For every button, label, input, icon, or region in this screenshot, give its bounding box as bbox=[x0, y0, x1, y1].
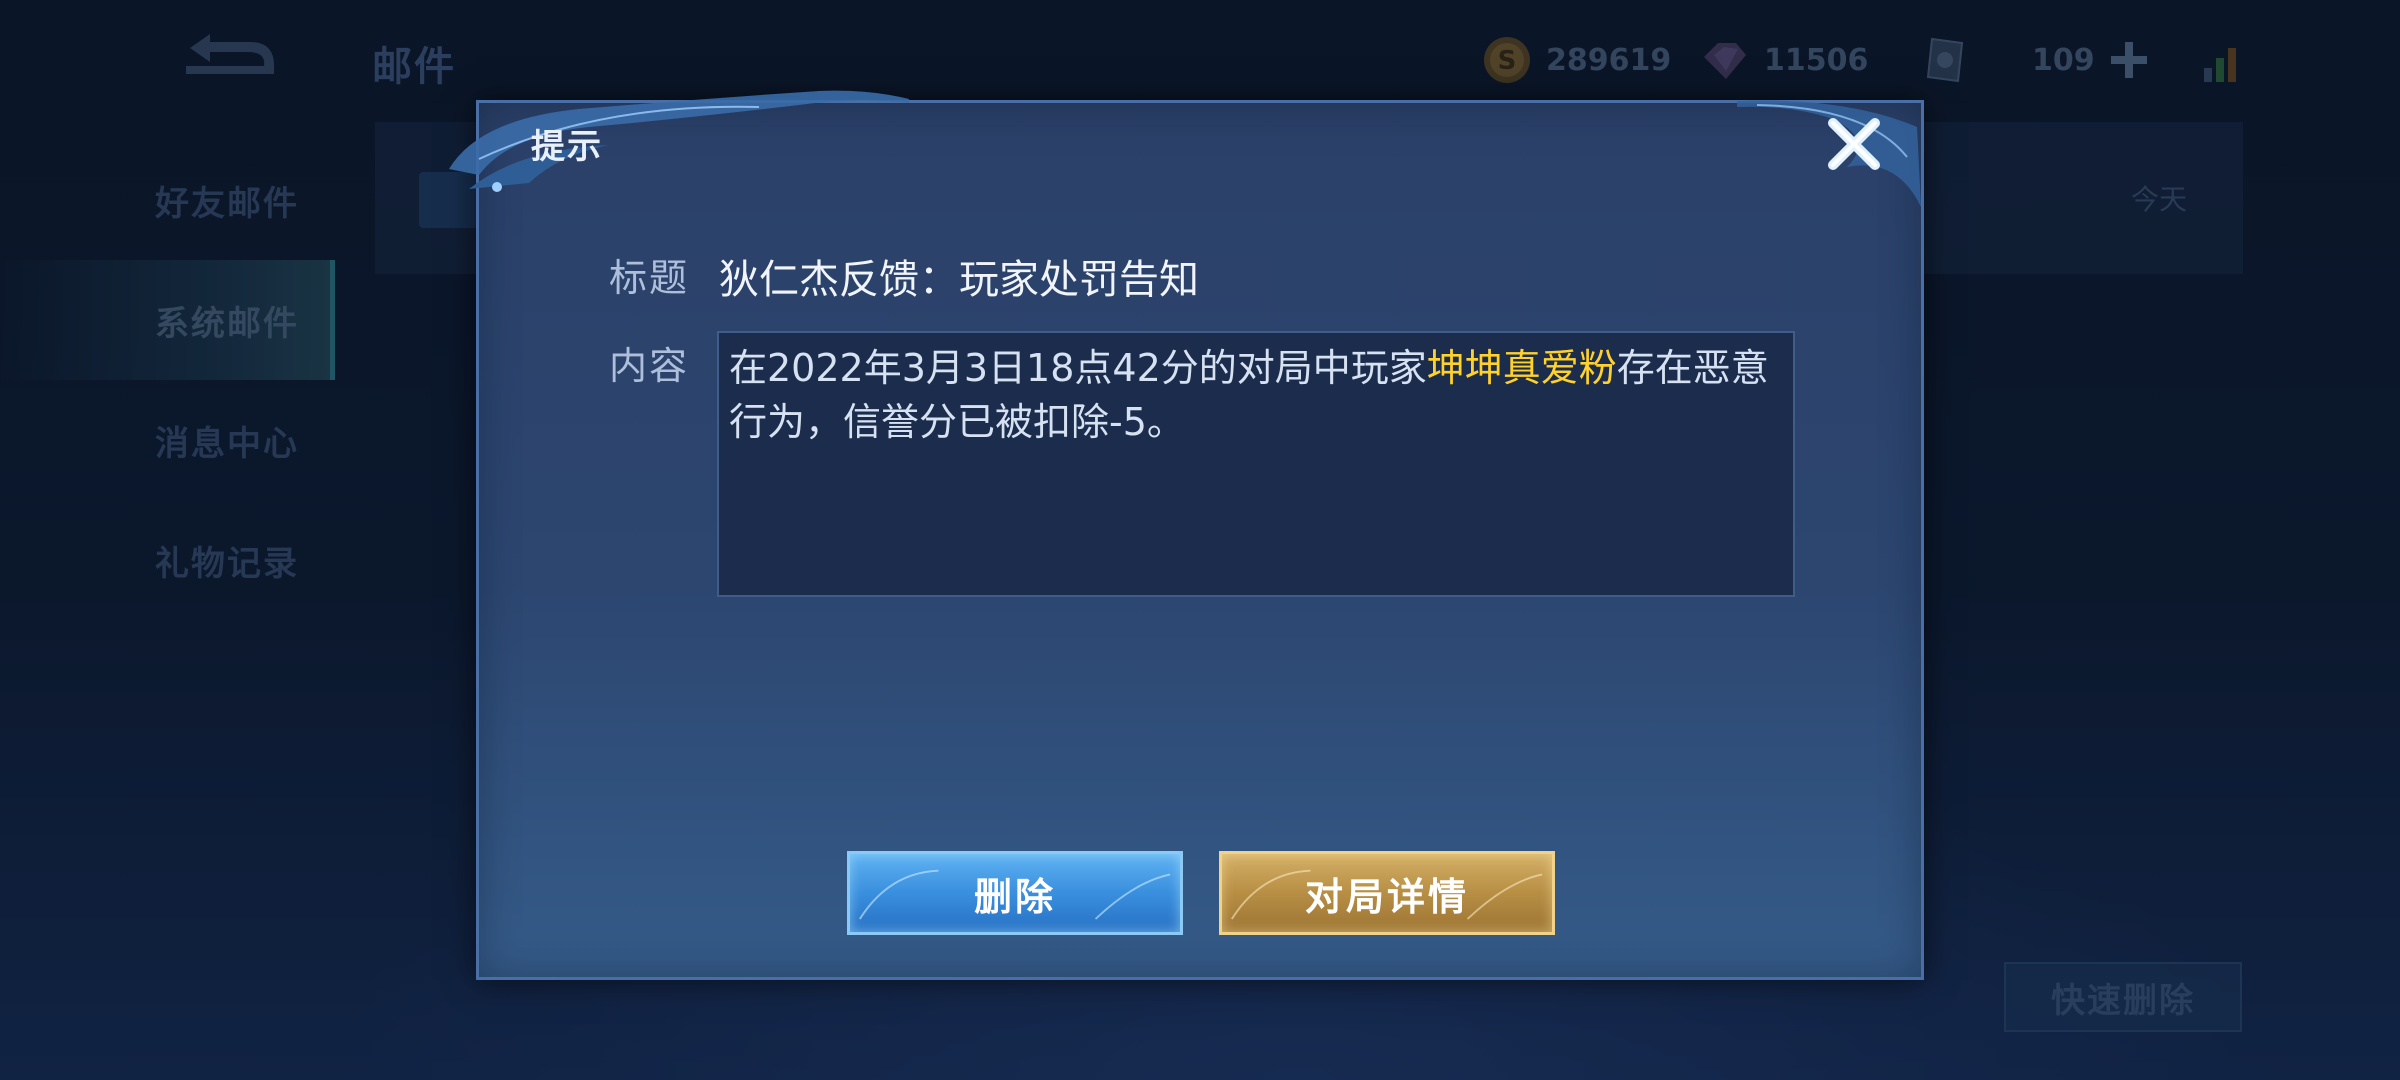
close-icon bbox=[1828, 118, 1880, 170]
delete-button-label: 删除 bbox=[973, 874, 1056, 919]
player-name-highlight: 坤坤真爱粉 bbox=[1426, 346, 1617, 390]
screen: 邮件 S 289619 11506 109 好友邮件 系统邮件 消息中心 礼物记… bbox=[0, 0, 2400, 1080]
dialog-title: 提示 bbox=[531, 127, 603, 167]
match-detail-button[interactable]: 对局详情 bbox=[1219, 851, 1555, 935]
content-label: 内容 bbox=[609, 344, 690, 388]
content-text-start: 在2022年3月3日18点42分的对局中玩家 bbox=[729, 346, 1427, 390]
subject-label: 标题 bbox=[609, 256, 690, 300]
close-button[interactable] bbox=[1823, 113, 1885, 175]
dialog-ornament-left bbox=[449, 90, 909, 192]
subject-value: 狄仁杰反馈：玩家处罚告知 bbox=[719, 257, 1199, 303]
delete-button[interactable]: 删除 bbox=[847, 851, 1183, 935]
match-detail-button-label: 对局详情 bbox=[1304, 874, 1469, 919]
content-text-box: 在2022年3月3日18点42分的对局中玩家坤坤真爱粉存在恶意行为，信誉分已被扣… bbox=[717, 331, 1795, 597]
notice-dialog: 提示 标题 狄仁杰反馈：玩家处罚告知 内容 在2022年3月3日18点42分的对… bbox=[449, 90, 1924, 980]
